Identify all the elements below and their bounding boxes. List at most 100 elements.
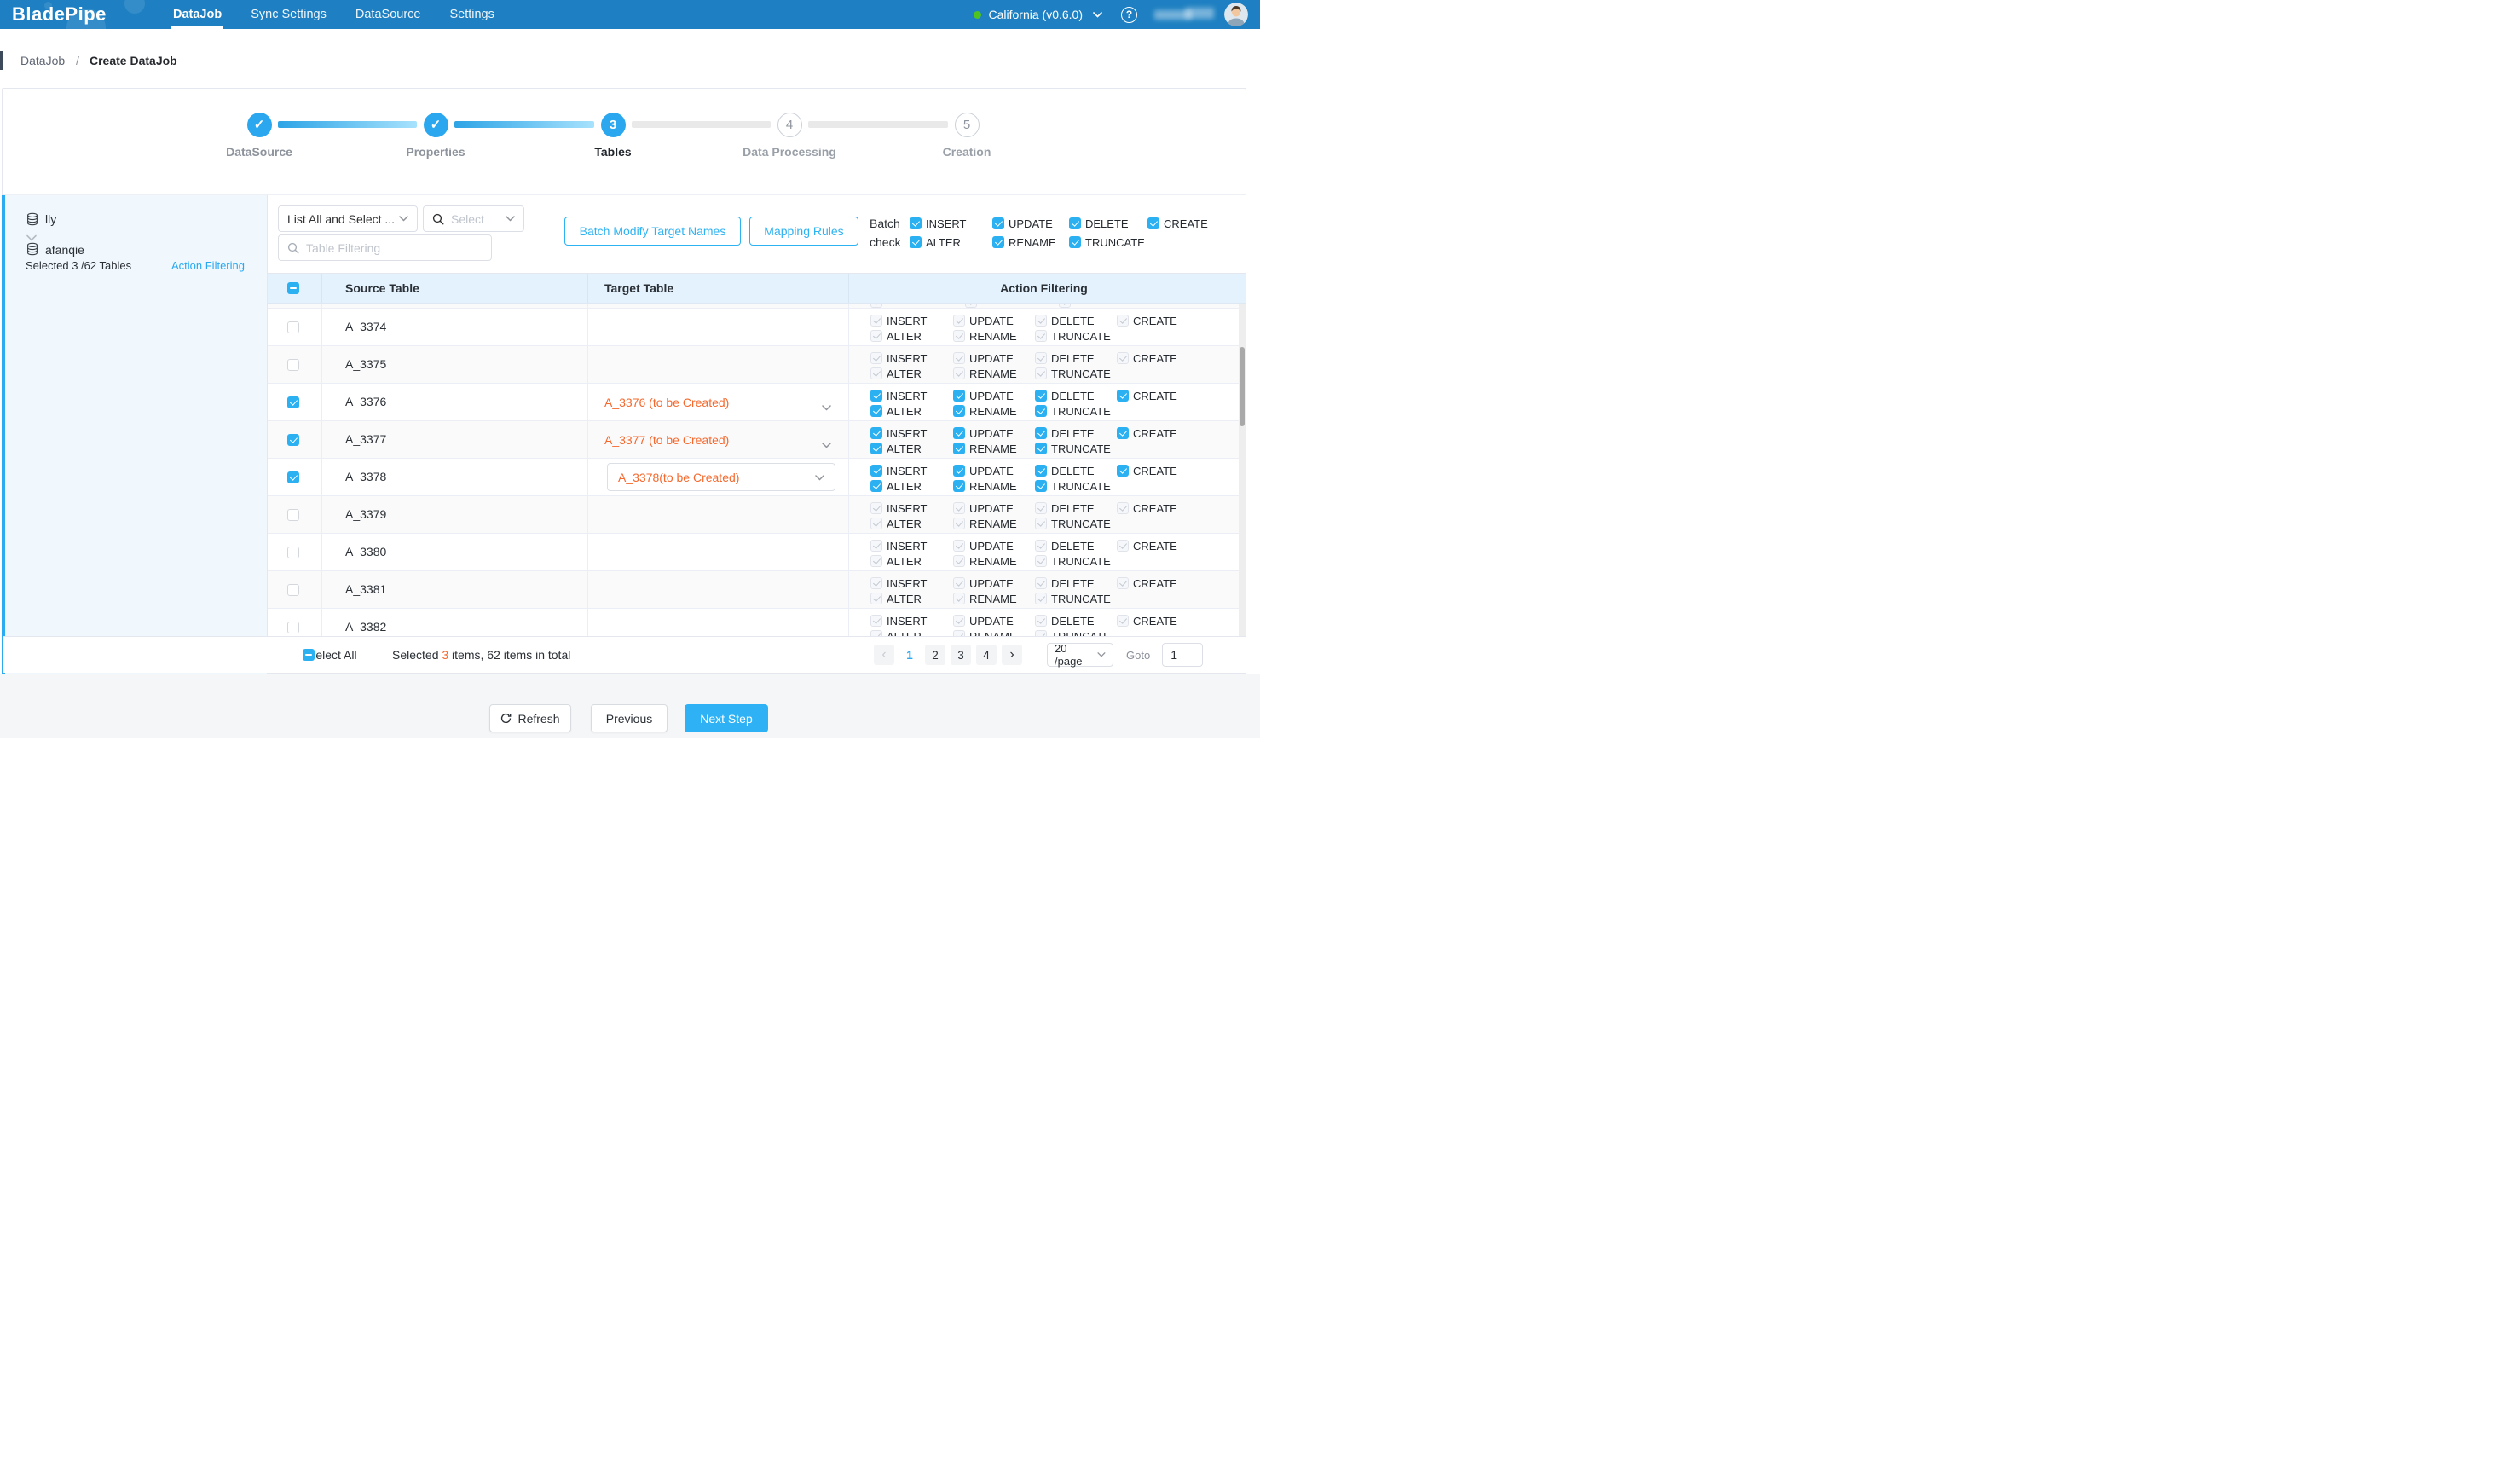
row-checkbox[interactable]	[287, 434, 299, 446]
step-label-5: Creation	[894, 145, 1039, 159]
action-checkbox-rename: RENAME	[953, 478, 1017, 494]
top-nav: BladePipe DataJob Sync Settings DataSource…	[0, 0, 1260, 29]
pagination-page-3[interactable]: 3	[951, 645, 971, 665]
action-checkbox-rename-checkbox[interactable]	[953, 480, 965, 492]
action-checkbox-alter-checkbox[interactable]	[870, 405, 882, 417]
action-checkbox-create-checkbox[interactable]	[1117, 390, 1129, 402]
pagination-page-1[interactable]: 1	[899, 645, 920, 665]
refresh-label: Refresh	[517, 712, 559, 726]
avatar[interactable]	[1224, 3, 1248, 26]
batch-check-rename-checkbox[interactable]	[992, 236, 1004, 248]
target-table-value[interactable]: A_3376 (to be Created)	[604, 396, 729, 409]
table-scrollbar-thumb[interactable]	[1240, 347, 1245, 426]
action-checkbox-update-checkbox[interactable]	[953, 465, 965, 477]
action-checkbox-truncate-checkbox[interactable]	[1035, 442, 1047, 454]
env-status-dot	[974, 11, 981, 19]
action-checkbox-delete-checkbox	[1035, 315, 1047, 327]
action-checkbox-update-checkbox[interactable]	[953, 390, 965, 402]
action-checkbox-insert-checkbox[interactable]	[870, 390, 882, 402]
row-checkbox[interactable]	[287, 396, 299, 408]
action-checkbox-delete-checkbox[interactable]	[1035, 427, 1047, 439]
chevron-down-icon[interactable]	[822, 437, 831, 453]
breadcrumb-current: Create DataJob	[90, 54, 177, 67]
action-checkbox-delete-label: DELETE	[1051, 502, 1095, 515]
batch-check-alter-checkbox[interactable]	[910, 236, 922, 248]
action-checkbox-alter-checkbox	[870, 518, 882, 529]
page-size-select[interactable]: 20 /page	[1047, 643, 1113, 667]
select-all-checkbox[interactable]	[303, 649, 315, 661]
action-checkbox-rename-checkbox	[953, 518, 965, 529]
action-checkbox-insert-checkbox[interactable]	[870, 465, 882, 477]
chevron-down-icon[interactable]	[822, 400, 831, 415]
row-checkbox[interactable]	[287, 321, 299, 333]
nav-item-sync-settings[interactable]: Sync Settings	[251, 0, 327, 29]
row-checkbox[interactable]	[287, 622, 299, 633]
action-checkbox-update-checkbox[interactable]	[953, 427, 965, 439]
column-divider	[587, 304, 588, 308]
batch-check-update-checkbox[interactable]	[992, 217, 1004, 229]
action-checkbox-rename: RENAME	[953, 403, 1017, 419]
action-checkbox-delete-label: DELETE	[1051, 615, 1095, 628]
nav-item-datajob[interactable]: DataJob	[173, 0, 222, 29]
action-checkbox-truncate-label: TRUNCATE	[1051, 480, 1111, 493]
select-all-label: Select All	[308, 648, 357, 662]
row-checkbox[interactable]	[287, 471, 299, 483]
nav-item-datasource[interactable]: DataSource	[355, 0, 421, 29]
chevron-down-icon[interactable]	[1093, 12, 1102, 18]
breadcrumb-datajob[interactable]: DataJob	[20, 54, 65, 67]
action-checkbox-truncate-checkbox[interactable]	[1035, 405, 1047, 417]
select-all-header-checkbox[interactable]	[287, 282, 299, 294]
column-divider	[848, 274, 849, 303]
select-placeholder: Select	[451, 212, 506, 226]
action-checkbox-create-checkbox[interactable]	[1117, 465, 1129, 477]
action-checkbox-update-label: UPDATE	[969, 352, 1014, 365]
batch-check-insert-checkbox[interactable]	[910, 217, 922, 229]
previous-button[interactable]: Previous	[591, 704, 668, 732]
pagination-page-2[interactable]: 2	[925, 645, 945, 665]
target-table-value[interactable]: A_3377 (to be Created)	[604, 433, 729, 447]
action-checkbox-rename-checkbox[interactable]	[953, 405, 965, 417]
row-checkbox[interactable]	[287, 359, 299, 371]
next-step-button[interactable]: Next Step	[685, 704, 768, 732]
select-dropdown[interactable]: Select	[423, 205, 524, 232]
refresh-button[interactable]: Refresh	[489, 704, 571, 732]
goto-page-input[interactable]	[1162, 643, 1203, 667]
app-logo[interactable]: BladePipe	[12, 3, 107, 26]
target-table-select[interactable]: A_3378(to be Created)	[607, 463, 835, 491]
action-checkbox-truncate: TRUNCATE	[1035, 403, 1111, 419]
action-checkbox-create-checkbox	[1117, 352, 1129, 364]
batch-check-truncate-checkbox[interactable]	[1069, 236, 1081, 248]
action-checkbox-rename-label: RENAME	[969, 630, 1017, 637]
action-checkbox-create-checkbox[interactable]	[1117, 427, 1129, 439]
action-checkbox-update: UPDATE	[953, 538, 1014, 553]
action-checkbox-alter-checkbox[interactable]	[870, 442, 882, 454]
summary-suffix: items, 62 items in total	[448, 648, 570, 662]
action-checkbox-insert-checkbox[interactable]	[870, 427, 882, 439]
list-mode-dropdown[interactable]: List All and Select ...	[278, 205, 418, 232]
batch-modify-target-names-button[interactable]: Batch Modify Target Names	[564, 217, 741, 246]
batch-check-delete-checkbox[interactable]	[1069, 217, 1081, 229]
pagination-page-4[interactable]: 4	[976, 645, 997, 665]
row-checkbox[interactable]	[287, 547, 299, 558]
action-filtering-link[interactable]: Action Filtering	[171, 259, 245, 272]
row-checkbox[interactable]	[287, 584, 299, 596]
action-checkbox-alter-checkbox[interactable]	[870, 480, 882, 492]
env-selector[interactable]: California (v0.6.0)	[989, 8, 1084, 21]
action-checkbox-truncate-label: TRUNCATE	[1051, 330, 1111, 343]
action-checkbox-alter: ALTER	[870, 366, 922, 381]
action-checkbox-rename-checkbox[interactable]	[953, 442, 965, 454]
action-checkbox-delete-checkbox[interactable]	[1035, 465, 1047, 477]
row-checkbox[interactable]	[287, 509, 299, 521]
pagination-next-button[interactable]: ›	[1002, 645, 1022, 665]
help-icon[interactable]: ?	[1121, 7, 1137, 23]
action-checkbox-truncate-label: TRUNCATE	[1051, 630, 1111, 637]
batch-check-create-checkbox[interactable]	[1147, 217, 1159, 229]
action-checkbox-truncate-checkbox[interactable]	[1035, 480, 1047, 492]
nav-item-settings[interactable]: Settings	[449, 0, 494, 29]
action-checkbox-update-checkbox	[953, 502, 965, 514]
mapping-rules-button[interactable]: Mapping Rules	[749, 217, 858, 246]
action-checkbox-update: UPDATE	[953, 576, 1014, 591]
action-checkbox-alter: ALTER	[870, 441, 922, 456]
action-checkbox-delete-checkbox[interactable]	[1035, 390, 1047, 402]
table-filter-input[interactable]	[306, 241, 483, 255]
